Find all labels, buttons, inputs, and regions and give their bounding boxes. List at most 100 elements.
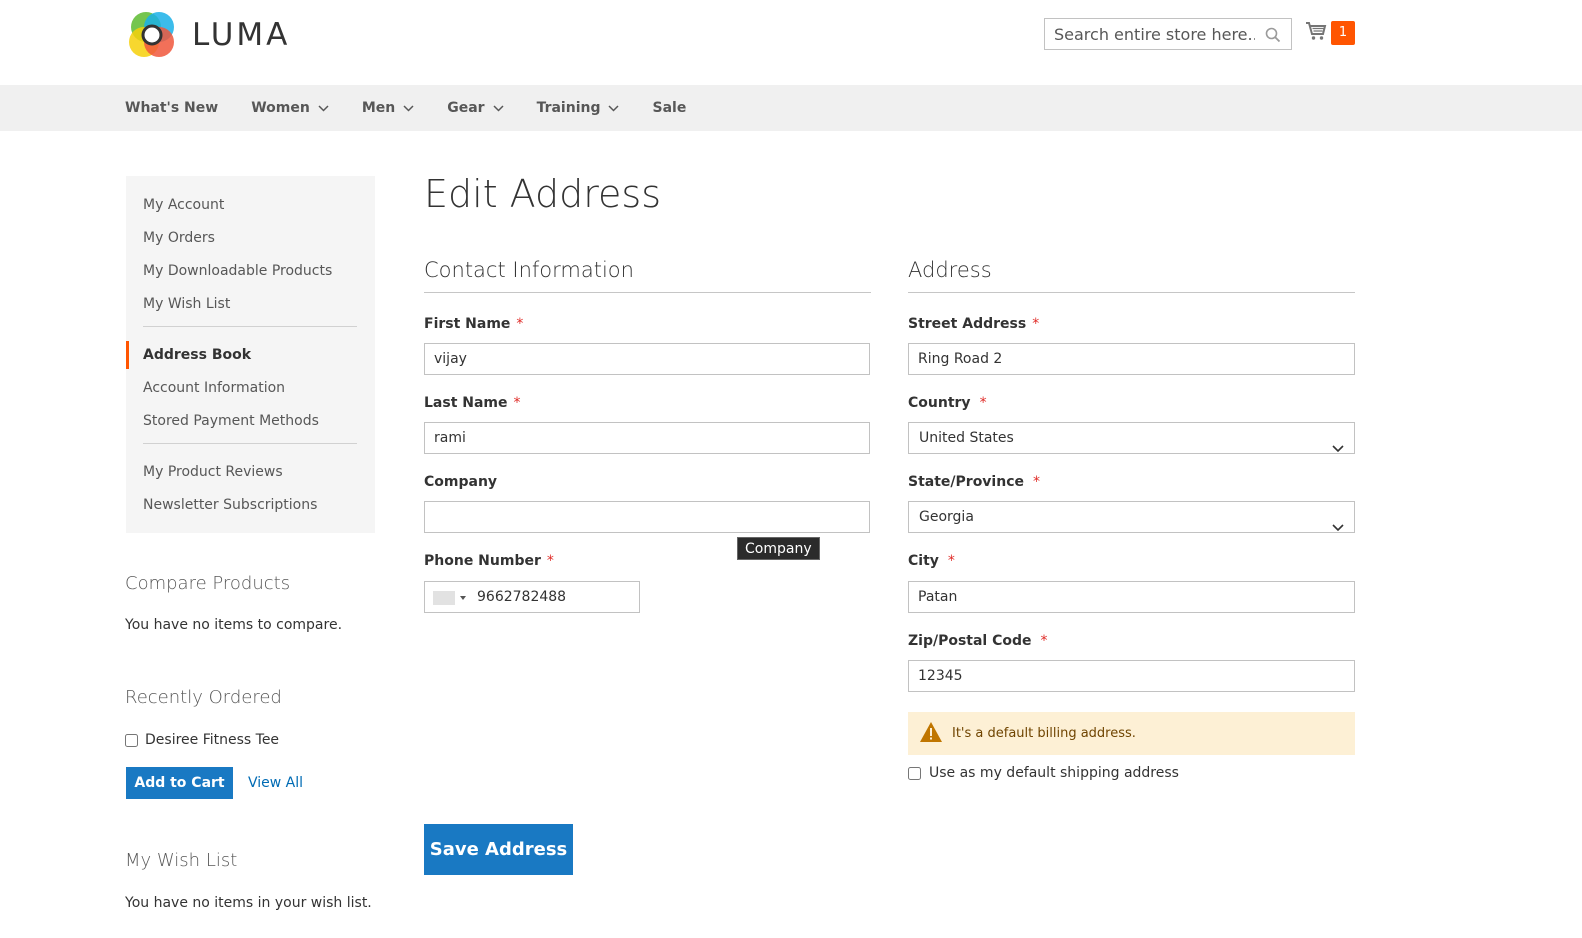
country-label: Country *	[908, 395, 987, 411]
country-select[interactable]: United States	[908, 422, 1355, 454]
nav-item-label: Women	[251, 100, 310, 116]
zip-postal-code-label: Zip/Postal Code *	[908, 633, 1048, 649]
last-name-field[interactable]: rami	[424, 422, 870, 454]
compare-products-title: Compare Products	[125, 573, 291, 594]
nav-item-label: Training	[536, 100, 601, 116]
flag-dropdown-arrow-icon[interactable]	[460, 596, 466, 600]
city-label-text: City	[908, 553, 939, 569]
sidebar-item-newsletter-subscriptions[interactable]: Newsletter Subscriptions	[126, 494, 375, 527]
header: LUMA 1	[0, 0, 1582, 85]
required-marker: *	[1032, 316, 1040, 332]
sidebar-item-stored-payment-methods[interactable]: Stored Payment Methods	[126, 410, 375, 443]
address-title: Address	[908, 258, 1355, 293]
street-address-label: Street Address *	[908, 316, 1039, 332]
nav-item-what-s-new[interactable]: What's New	[125, 100, 218, 116]
logo-text: LUMA	[192, 17, 291, 53]
default-billing-notice-text: It's a default billing address.	[952, 726, 1136, 741]
recent-item[interactable]: Desiree Fitness Tee	[125, 732, 279, 748]
default-shipping-label: Use as my default shipping address	[929, 765, 1179, 781]
sidebar-item-my-account[interactable]: My Account	[126, 194, 375, 227]
country-label-text: Country	[908, 395, 971, 411]
sidebar-item-downloadable-products[interactable]: My Downloadable Products	[126, 260, 375, 293]
wishlist-empty-text: You have no items in your wish list.	[125, 895, 372, 911]
default-shipping-option[interactable]: Use as my default shipping address	[908, 765, 1179, 781]
default-shipping-checkbox[interactable]	[908, 766, 921, 780]
company-field[interactable]	[424, 501, 870, 533]
sidebar-divider	[143, 443, 357, 444]
sidebar-divider	[143, 326, 357, 327]
chevron-down-icon	[1332, 513, 1344, 543]
chevron-down-icon	[403, 100, 414, 116]
cart-count-badge: 1	[1331, 21, 1355, 45]
country-flag-icon[interactable]	[433, 591, 455, 605]
chevron-down-icon	[493, 100, 504, 116]
view-all-link[interactable]: View All	[248, 775, 303, 791]
wishlist-title: My Wish List	[125, 850, 238, 871]
sidebar-item-product-reviews[interactable]: My Product Reviews	[126, 461, 375, 494]
luma-logo-icon	[129, 12, 174, 57]
chevron-down-icon	[608, 100, 620, 116]
minicart-button[interactable]: 1	[1305, 20, 1355, 46]
nav-item-women[interactable]: Women	[251, 100, 329, 116]
required-marker: *	[513, 395, 521, 411]
state-province-select[interactable]: Georgia	[908, 501, 1355, 533]
zip-label-text: Zip/Postal Code	[908, 633, 1032, 649]
city-field[interactable]: Patan	[908, 581, 1355, 613]
first-name-label-text: First Name	[424, 316, 511, 332]
nav-item-gear[interactable]: Gear	[447, 100, 504, 116]
city-label: City *	[908, 553, 955, 569]
zip-postal-code-field[interactable]: 12345	[908, 660, 1355, 692]
phone-number-label: Phone Number *	[424, 553, 554, 569]
search-input[interactable]	[1045, 19, 1255, 49]
company-label: Company	[424, 474, 498, 490]
warning-icon	[919, 721, 943, 747]
nav-item-men[interactable]: Men	[362, 100, 414, 116]
chevron-down-icon	[318, 100, 329, 116]
country-selected-value: United States	[919, 430, 1014, 446]
first-name-label: First Name *	[424, 316, 523, 332]
account-nav: My Account My Orders My Downloadable Pro…	[126, 176, 375, 533]
top-navigation: What's New Women Men Gear Training Sale	[0, 85, 1582, 131]
sidebar-item-my-orders[interactable]: My Orders	[126, 227, 375, 260]
phone-number-value: 9662782488	[477, 589, 567, 605]
nav-item-sale[interactable]: Sale	[652, 100, 686, 116]
nav-item-label: Men	[361, 100, 396, 116]
required-marker: *	[546, 553, 554, 569]
nav-item-label: What's New	[125, 100, 219, 116]
add-to-cart-button[interactable]: Add to Cart	[126, 767, 233, 799]
sidebar-item-wish-list[interactable]: My Wish List	[126, 293, 375, 326]
required-marker: *	[947, 553, 955, 569]
phone-number-field[interactable]: 9662782488	[424, 581, 640, 613]
recent-item-checkbox[interactable]	[125, 733, 138, 747]
contact-information-title: Contact Information	[424, 258, 871, 293]
save-address-button[interactable]: Save Address	[424, 824, 573, 875]
compare-empty-text: You have no items to compare.	[125, 617, 343, 633]
first-name-field[interactable]: vijay	[424, 343, 870, 375]
required-marker: *	[1040, 633, 1048, 649]
recently-ordered-title: Recently Ordered	[125, 687, 282, 708]
last-name-label: Last Name *	[424, 395, 521, 411]
default-billing-notice: It's a default billing address.	[908, 712, 1355, 755]
nav-item-training[interactable]: Training	[537, 100, 620, 116]
recent-item-name: Desiree Fitness Tee	[145, 732, 280, 748]
required-marker: *	[516, 316, 524, 332]
state-selected-value: Georgia	[919, 509, 974, 525]
company-tooltip: Company	[737, 537, 820, 560]
state-province-label: State/Province *	[908, 474, 1040, 490]
page-title: Edit Address	[424, 172, 661, 216]
street-address-label-text: Street Address	[908, 316, 1027, 332]
search-box	[1044, 18, 1292, 50]
sidebar-item-account-information[interactable]: Account Information	[126, 377, 375, 410]
search-icon[interactable]	[1265, 27, 1281, 47]
nav-item-label: Gear	[447, 100, 485, 116]
last-name-label-text: Last Name	[424, 395, 508, 411]
required-marker: *	[979, 395, 987, 411]
cart-icon	[1305, 20, 1327, 46]
sidebar-item-address-book[interactable]: Address Book	[126, 341, 375, 377]
luma-logo[interactable]: LUMA	[126, 9, 290, 61]
phone-number-label-text: Phone Number	[424, 553, 541, 569]
nav-item-label: Sale	[652, 100, 687, 116]
street-address-field[interactable]: Ring Road 2	[908, 343, 1355, 375]
chevron-down-icon	[1332, 434, 1344, 464]
state-province-label-text: State/Province	[908, 474, 1024, 490]
